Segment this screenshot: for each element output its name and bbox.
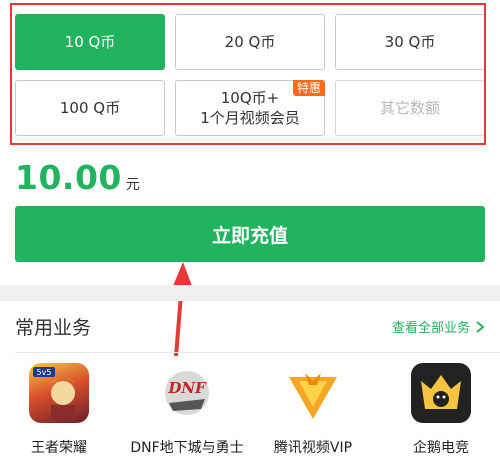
app-label: 企鹅电竞 xyxy=(413,440,469,456)
app-dnf[interactable]: DNF DNF地下城与勇士 xyxy=(127,363,247,457)
chevron-right-icon xyxy=(476,320,485,333)
app-penguin-esports[interactable]: 企鹅电竞 xyxy=(381,363,500,457)
divider xyxy=(15,352,500,353)
app-label: DNF地下城与勇士 xyxy=(130,440,244,456)
app-honor-of-kings[interactable]: 5v5 王者荣耀 xyxy=(0,363,119,457)
svg-text:DNF: DNF xyxy=(167,379,207,397)
penguin-esports-icon xyxy=(411,363,471,423)
see-all-services-link[interactable]: 查看全部业务 xyxy=(392,317,486,336)
tencent-video-icon xyxy=(283,363,343,423)
section-gap xyxy=(0,285,500,301)
svg-text:5v5: 5v5 xyxy=(37,368,52,377)
app-label: 腾讯视频VIP xyxy=(273,440,353,456)
see-all-label: 查看全部业务 xyxy=(391,321,470,336)
dnf-icon: DNF xyxy=(157,363,217,423)
honor-of-kings-icon: 5v5 xyxy=(29,363,89,423)
section-title: 常用业务 xyxy=(15,317,92,339)
app-tencent-video-vip[interactable]: 腾讯视频VIP xyxy=(253,363,373,457)
app-label: 王者荣耀 xyxy=(31,440,87,456)
